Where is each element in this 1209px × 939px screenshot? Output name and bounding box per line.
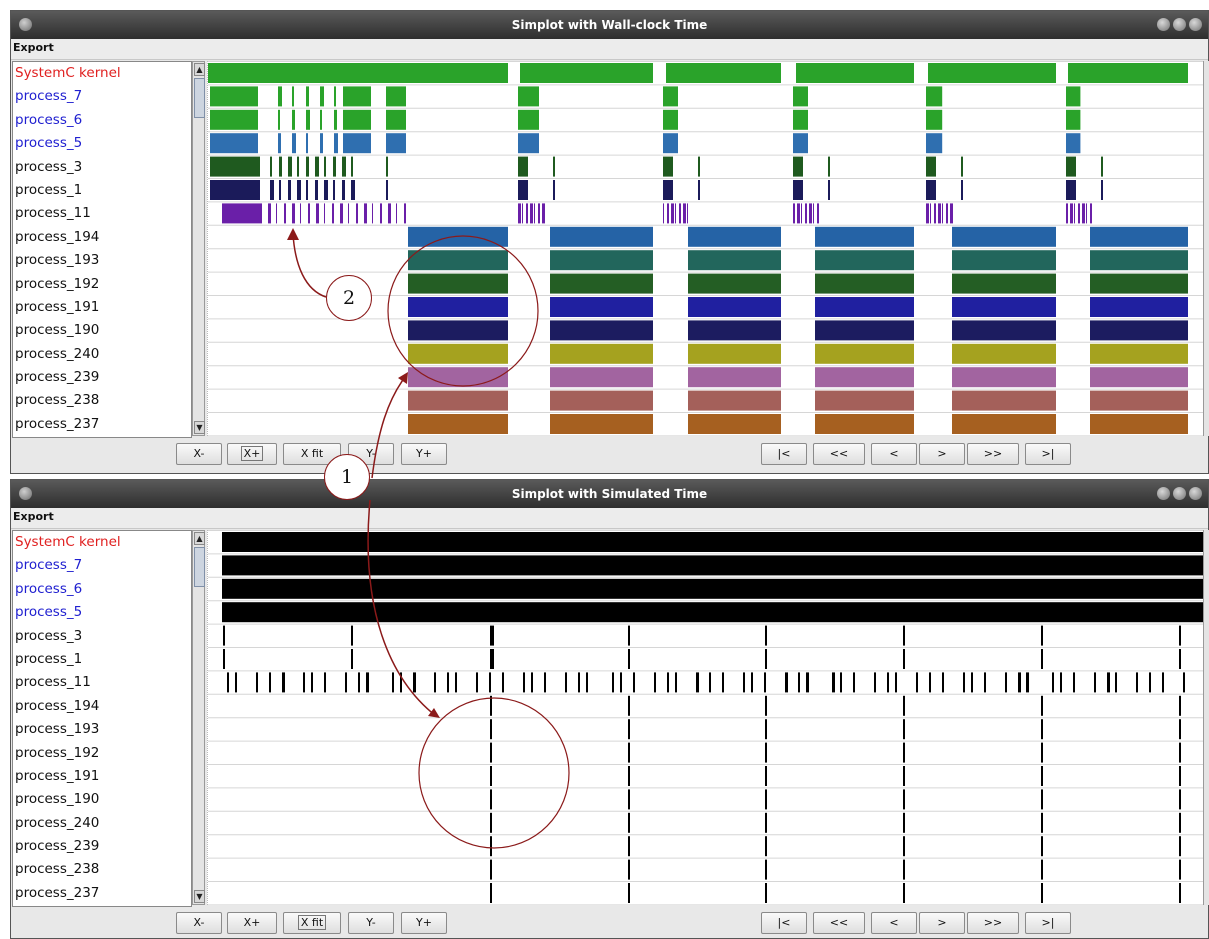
callout-marker-1: 1 (324, 454, 370, 500)
highlight-circle-upper (387, 235, 539, 387)
arrowhead-icon (428, 708, 440, 718)
arrow-2 (292, 233, 327, 298)
arrow-1-up (371, 376, 406, 479)
highlight-circle-lower (418, 697, 570, 849)
arrowhead-icon (287, 228, 299, 240)
arrowhead-icon (398, 372, 408, 384)
arrow-1-down (367, 499, 437, 717)
callout-marker-2: 2 (326, 275, 372, 321)
annotation-layer (287, 228, 570, 849)
